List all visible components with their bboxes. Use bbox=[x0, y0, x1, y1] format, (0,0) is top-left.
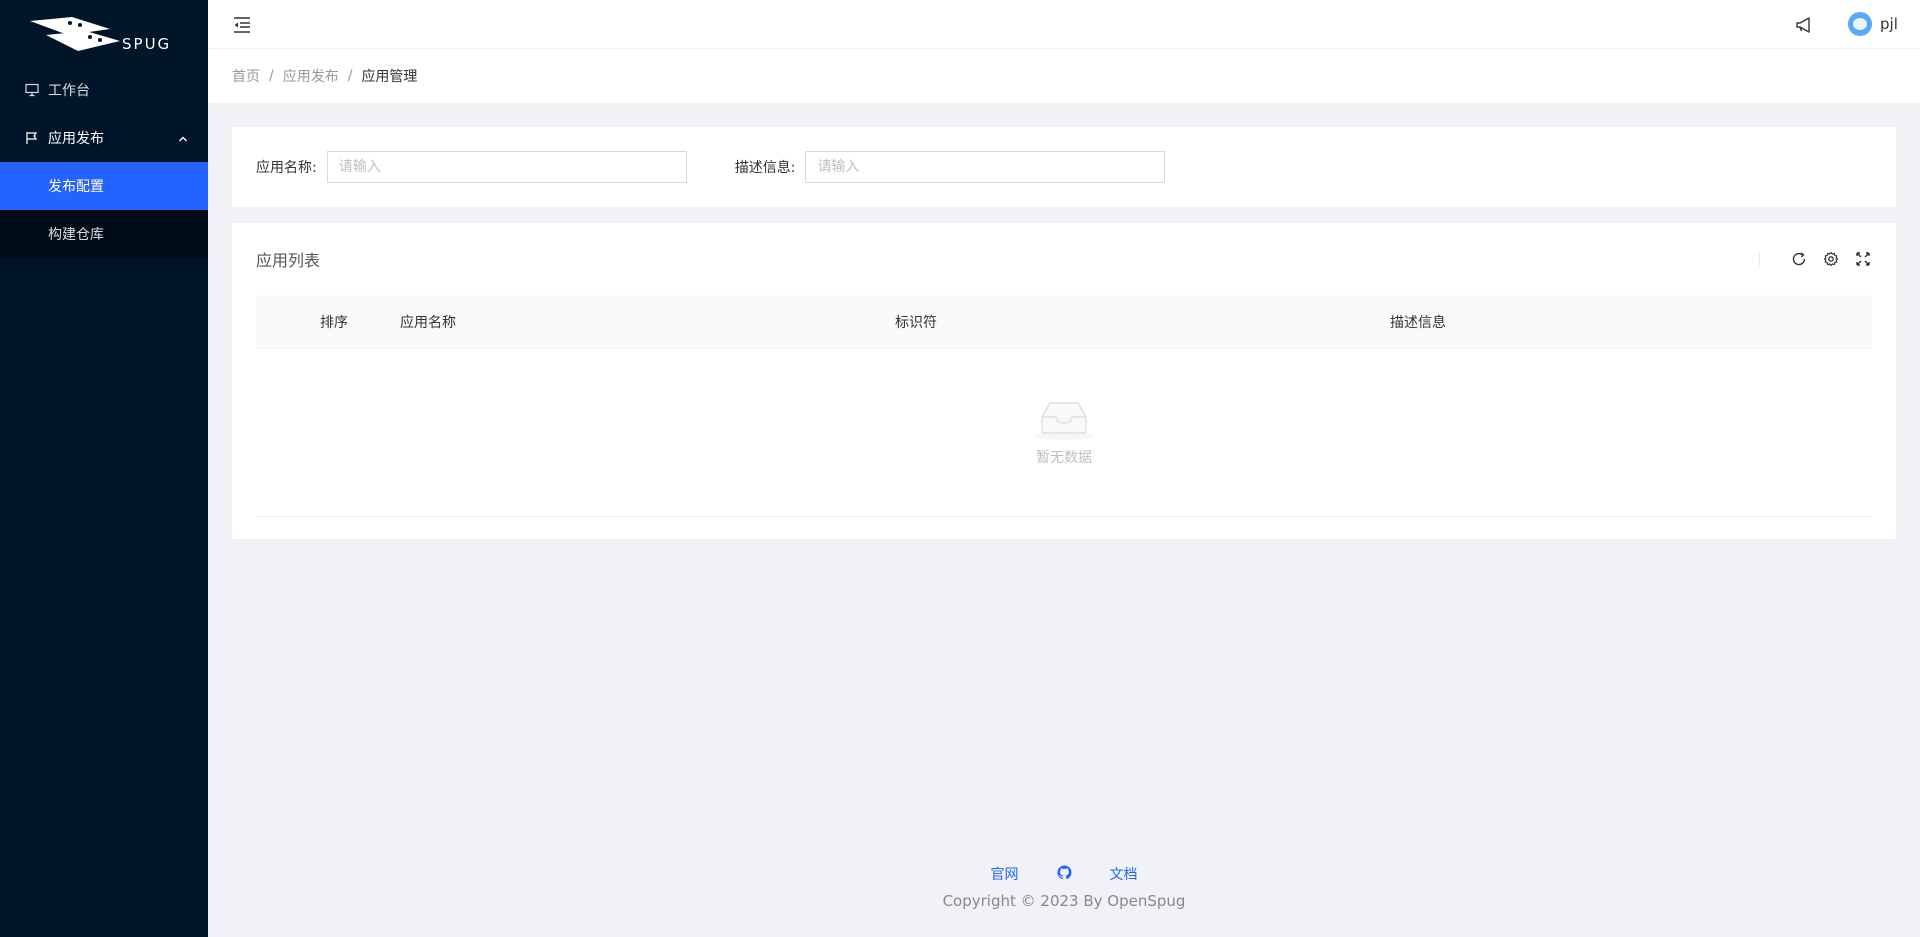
table-header: 排序 应用名称 标识符 描述信息 bbox=[256, 295, 1872, 349]
card-title: 应用列表 bbox=[256, 251, 321, 270]
table-toolbar bbox=[1759, 250, 1872, 268]
user-menu[interactable]: pjl bbox=[1848, 12, 1898, 36]
copyright-text: Copyright © 2023 By OpenSpug bbox=[942, 892, 1186, 910]
logo[interactable]: SPUG bbox=[0, 0, 208, 66]
sidebar-item-workbench[interactable]: 工作台 bbox=[0, 66, 208, 114]
column-header-app-name[interactable]: 应用名称 bbox=[400, 312, 895, 332]
sidebar-item-label: 应用发布 bbox=[48, 131, 104, 147]
column-header-description[interactable]: 描述信息 bbox=[1390, 312, 1446, 332]
column-header-sort[interactable]: 排序 bbox=[320, 312, 400, 332]
sidebar-item-release-config[interactable]: 发布配置 bbox=[0, 162, 208, 210]
sidebar-item-app-release[interactable]: 应用发布 bbox=[0, 114, 208, 162]
spug-logo-icon: SPUG bbox=[30, 17, 171, 51]
submenu-app-release: 发布配置 构建仓库 bbox=[0, 162, 208, 258]
app-name-label: 应用名称: bbox=[256, 160, 317, 176]
reload-icon[interactable] bbox=[1790, 250, 1808, 268]
flag-icon bbox=[24, 130, 40, 146]
sidebar-item-label: 工作台 bbox=[48, 83, 90, 99]
app-list-card: 应用列表 排序 应用名称 标识符 描述信息 暂无数据 bbox=[232, 223, 1896, 539]
empty-text: 暂无数据 bbox=[1036, 449, 1092, 466]
breadcrumb-home[interactable]: 首页 bbox=[232, 66, 260, 86]
breadcrumb: 首页 / 应用发布 / 应用管理 bbox=[208, 49, 1920, 103]
table-empty-state: 暂无数据 bbox=[256, 349, 1872, 517]
breadcrumb-separator: / bbox=[347, 68, 353, 84]
github-icon[interactable] bbox=[1056, 864, 1072, 884]
column-header-identifier[interactable]: 标识符 bbox=[895, 312, 1390, 332]
desktop-icon bbox=[24, 82, 40, 98]
chevron-up-icon bbox=[178, 132, 188, 148]
logo-text: SPUG bbox=[122, 35, 171, 51]
breadcrumb-current: 应用管理 bbox=[361, 69, 418, 85]
breadcrumb-app-release[interactable]: 应用发布 bbox=[283, 66, 339, 86]
top-header: pjl bbox=[208, 0, 1920, 49]
empty-inbox-icon bbox=[1034, 401, 1094, 440]
settings-gear-icon[interactable] bbox=[1822, 250, 1840, 268]
sidebar-item-label: 发布配置 bbox=[48, 179, 104, 195]
sidebar: SPUG 工作台 应用发布 发布配置 构建仓库 bbox=[0, 0, 208, 937]
breadcrumb-separator: / bbox=[269, 68, 274, 84]
sidebar-item-label: 构建仓库 bbox=[48, 227, 104, 243]
menu-fold-icon[interactable] bbox=[232, 15, 252, 35]
sidebar-item-build-repo[interactable]: 构建仓库 bbox=[0, 210, 208, 258]
avatar bbox=[1848, 12, 1872, 36]
notification-icon[interactable] bbox=[1795, 16, 1813, 34]
footer-link-official-site[interactable]: 官网 bbox=[991, 864, 1019, 884]
description-label: 描述信息: bbox=[734, 160, 796, 176]
app-name-input[interactable] bbox=[326, 151, 687, 183]
description-input[interactable] bbox=[805, 151, 1166, 183]
footer-link-docs[interactable]: 文档 bbox=[1110, 864, 1138, 884]
username: pjl bbox=[1880, 15, 1898, 33]
footer: 官网 文档 Copyright © 2023 By OpenSpug bbox=[208, 864, 1920, 910]
search-form: 应用名称: 描述信息: bbox=[232, 127, 1896, 207]
fullscreen-icon[interactable] bbox=[1854, 250, 1872, 268]
